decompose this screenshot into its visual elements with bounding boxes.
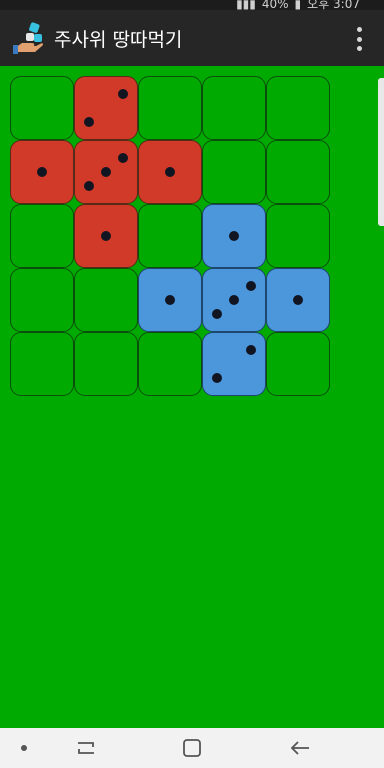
empty-cell[interactable] — [266, 76, 330, 140]
dice-hand-icon — [13, 22, 43, 54]
empty-cell[interactable] — [138, 332, 202, 396]
back-icon[interactable] — [280, 728, 320, 768]
die-pip — [246, 281, 257, 292]
blue-die-cell[interactable] — [266, 268, 330, 332]
die-pip — [293, 295, 303, 305]
die-pip — [211, 372, 222, 383]
blue-die-cell[interactable] — [202, 204, 266, 268]
blue-die-cell[interactable] — [202, 332, 266, 396]
recent-apps-icon[interactable] — [66, 728, 106, 768]
game-board — [10, 76, 332, 398]
signal-icon: ▮▮▮ — [236, 0, 256, 10]
app-title: 주사위 땅따먹기 — [54, 28, 183, 51]
empty-cell[interactable] — [138, 76, 202, 140]
battery-icon: ▮ — [294, 0, 302, 10]
empty-cell[interactable] — [202, 76, 266, 140]
status-icons: ▮▮▮ 40% ▮ 오후 3:07 — [236, 0, 360, 10]
red-die-cell[interactable] — [10, 140, 74, 204]
empty-cell[interactable] — [266, 204, 330, 268]
blue-die-cell[interactable] — [202, 268, 266, 332]
empty-cell[interactable] — [202, 140, 266, 204]
empty-cell[interactable] — [10, 268, 74, 332]
empty-cell[interactable] — [10, 332, 74, 396]
red-die-cell[interactable] — [74, 140, 138, 204]
die-pip — [101, 231, 111, 241]
clock: 오후 3:07 — [307, 0, 360, 10]
blue-die-cell[interactable] — [138, 268, 202, 332]
die-pip — [229, 295, 239, 305]
die-pip — [118, 89, 129, 100]
status-bar: ▮▮▮ 40% ▮ 오후 3:07 — [0, 0, 384, 10]
empty-cell[interactable] — [74, 332, 138, 396]
die-pip — [211, 308, 222, 319]
die-pip — [101, 167, 111, 177]
scroll-indicator — [378, 78, 384, 226]
navigation-bar — [0, 728, 384, 768]
die-pip — [37, 167, 47, 177]
empty-cell[interactable] — [74, 268, 138, 332]
empty-cell[interactable] — [266, 332, 330, 396]
die-pip — [83, 180, 94, 191]
die-pip — [165, 295, 175, 305]
empty-cell[interactable] — [138, 204, 202, 268]
die-pip — [246, 345, 257, 356]
battery-percent: 40% — [261, 0, 289, 10]
empty-cell[interactable] — [10, 204, 74, 268]
dot-icon[interactable] — [10, 728, 38, 768]
die-pip — [229, 231, 239, 241]
red-die-cell[interactable] — [74, 204, 138, 268]
app-bar: 주사위 땅따먹기 — [0, 10, 384, 66]
die-pip — [118, 153, 129, 164]
red-die-cell[interactable] — [138, 140, 202, 204]
die-pip — [83, 116, 94, 127]
empty-cell[interactable] — [266, 140, 330, 204]
red-die-cell[interactable] — [74, 76, 138, 140]
home-icon[interactable] — [172, 728, 212, 768]
die-pip — [165, 167, 175, 177]
overflow-menu-icon[interactable] — [356, 27, 362, 51]
empty-cell[interactable] — [10, 76, 74, 140]
